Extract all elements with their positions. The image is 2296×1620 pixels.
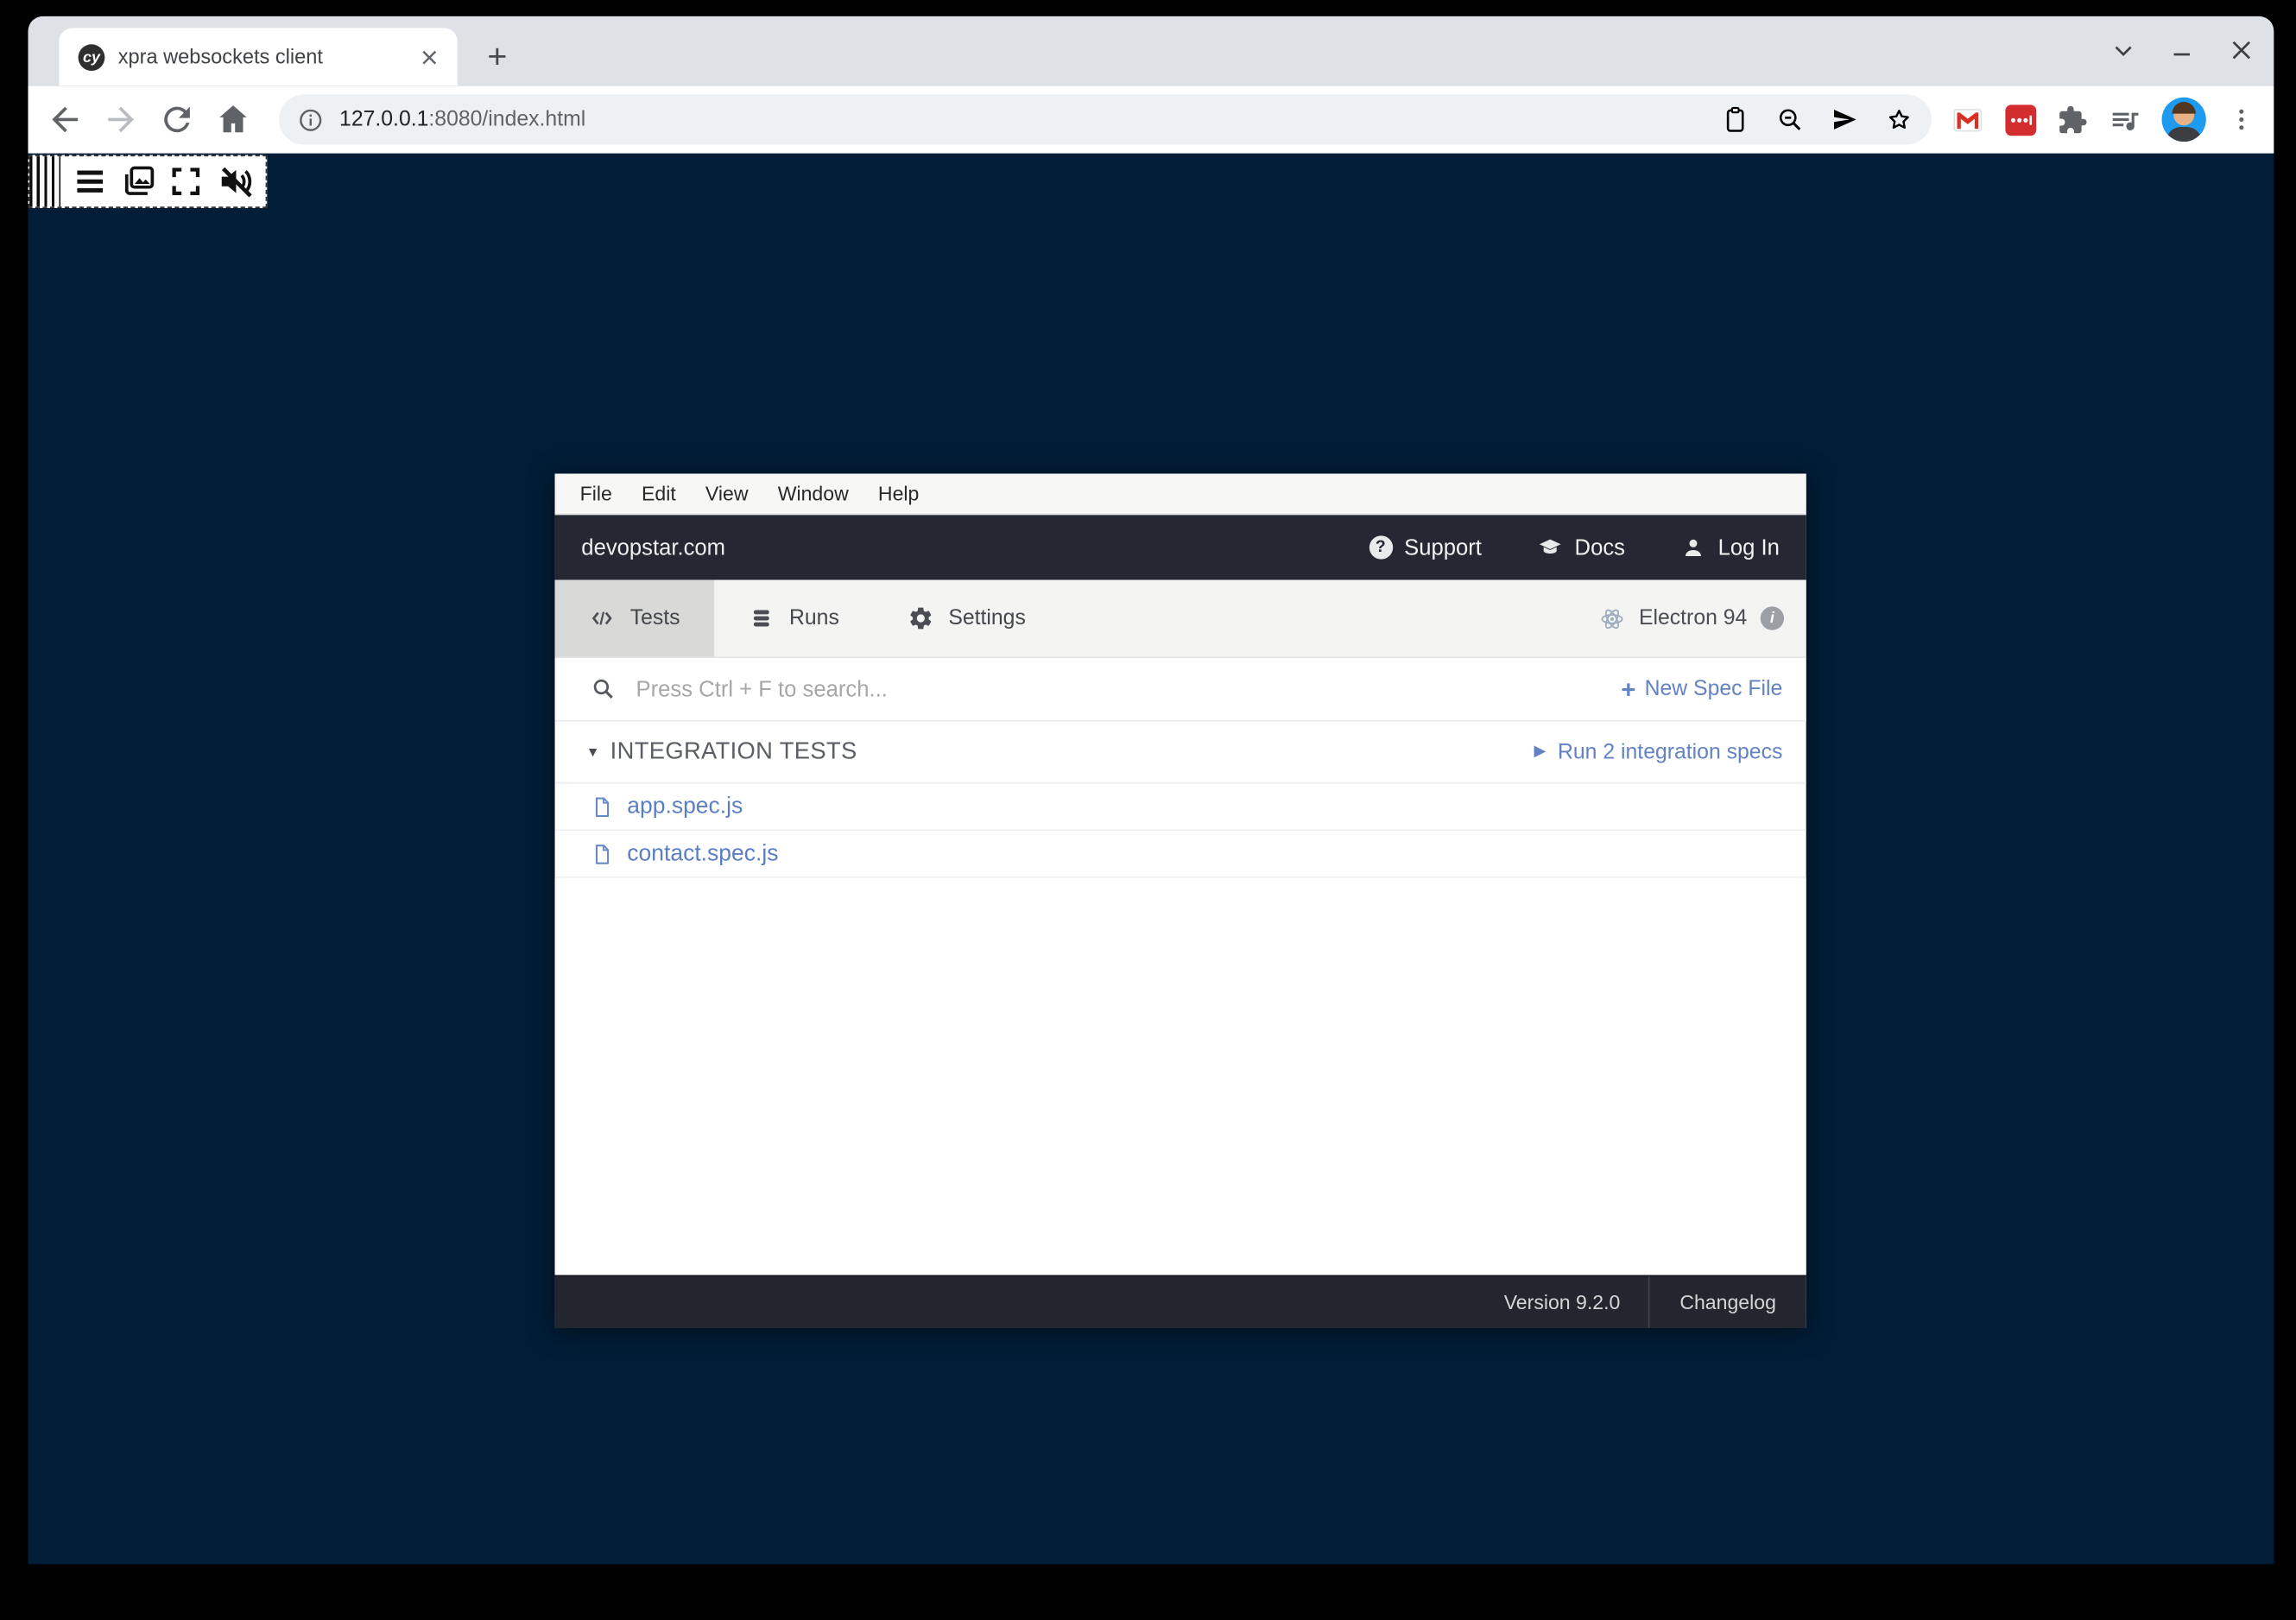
cypress-favicon-icon: cy (79, 43, 105, 70)
section-title[interactable]: INTEGRATION TESTS (610, 738, 857, 765)
play-icon: ▶ (1534, 744, 1546, 760)
profile-avatar[interactable] (2162, 98, 2206, 142)
site-info-icon[interactable] (296, 105, 324, 133)
plus-icon: + (1621, 677, 1635, 702)
electron-atom-icon (1597, 604, 1625, 632)
search-icon (591, 676, 617, 703)
omnibox-actions (1721, 104, 1914, 134)
run-specs-label: Run 2 integration specs (1558, 740, 1782, 763)
login-link[interactable]: Log In (1681, 535, 1780, 560)
docs-link[interactable]: Docs (1538, 535, 1625, 560)
user-icon (1681, 535, 1706, 560)
login-label: Log In (1718, 535, 1780, 560)
send-to-device-icon[interactable] (1830, 104, 1859, 134)
search-input[interactable] (633, 675, 1621, 703)
new-spec-file-label: New Spec File (1645, 677, 1783, 700)
database-icon (748, 605, 775, 632)
changelog-link[interactable]: Changelog (1650, 1291, 1806, 1313)
gear-icon (907, 605, 933, 632)
new-tab-button[interactable]: + (477, 35, 518, 77)
docs-label: Docs (1575, 535, 1625, 560)
integration-tests-section: ▾ INTEGRATION TESTS ▶ Run 2 integration … (555, 722, 1806, 784)
app-nav-tabs: Tests Runs Settings (555, 580, 1806, 659)
support-link[interactable]: ? Support (1369, 535, 1482, 560)
file-icon (591, 842, 614, 865)
spec-row[interactable]: contact.spec.js (555, 831, 1806, 878)
back-icon[interactable] (46, 100, 84, 138)
window-close-icon[interactable] (2227, 35, 2256, 65)
address-bar[interactable]: 127.0.0.1:8080/index.html (279, 94, 1932, 144)
question-icon: ? (1369, 535, 1392, 559)
menu-window[interactable]: Window (778, 483, 849, 505)
browser-selector[interactable]: Electron 94 i (1597, 580, 1806, 657)
xpra-fullscreen-icon[interactable] (168, 162, 206, 200)
header-links: ? Support Docs (1369, 535, 1780, 560)
tab-tests[interactable]: Tests (555, 580, 714, 657)
browser-actions (1951, 98, 2256, 142)
tab-runs[interactable]: Runs (714, 580, 873, 657)
tab-settings-label: Settings (948, 606, 1026, 630)
xpra-toolbar[interactable] (28, 155, 267, 208)
browser-menu-icon[interactable] (2227, 104, 2256, 134)
spec-link[interactable]: app.spec.js (627, 794, 743, 820)
tab-settings[interactable]: Settings (873, 580, 1059, 657)
browser-version-label: Electron 94 (1639, 606, 1747, 630)
spec-row[interactable]: app.spec.js (555, 783, 1806, 831)
info-icon[interactable]: i (1761, 606, 1784, 630)
spec-list-empty-area (555, 878, 1806, 1275)
support-label: Support (1404, 535, 1482, 560)
version-label: Version 9.2.0 (1476, 1291, 1648, 1313)
app-header: devopstar.com ? Support Docs (555, 515, 1806, 579)
tab-title: xpra websockets client (118, 46, 403, 68)
url-path: :8080/index.html (428, 108, 585, 131)
tab-close-icon[interactable] (416, 43, 443, 70)
media-queue-icon[interactable] (2109, 104, 2141, 136)
lastpass-icon[interactable] (2005, 104, 2036, 135)
screen: cy xpra websockets client + (0, 0, 2296, 1620)
menu-edit[interactable]: Edit (642, 483, 676, 505)
browser-tab[interactable]: cy xpra websockets client (59, 28, 457, 85)
browser-window: cy xpra websockets client + (28, 16, 2274, 1565)
xpra-canvas: File Edit View Window Help devopstar.com… (28, 154, 2274, 1565)
graduation-cap-icon (1538, 535, 1563, 560)
avatar-hair (2173, 102, 2196, 114)
run-all-specs-button[interactable]: ▶ Run 2 integration specs (1534, 740, 1783, 763)
xpra-menu-icon[interactable] (71, 162, 109, 200)
window-minimize-icon[interactable] (2167, 35, 2197, 65)
xpra-screenshot-icon[interactable] (119, 162, 157, 200)
browser-toolbar: 127.0.0.1:8080/index.html (28, 85, 2274, 154)
avatar-body (2166, 127, 2202, 142)
forward-icon[interactable] (102, 100, 140, 138)
project-name: devopstar.com (581, 535, 725, 560)
cypress-app-window: File Edit View Window Help devopstar.com… (555, 474, 1806, 1328)
clipboard-icon[interactable] (1721, 104, 1750, 134)
spec-search-row: + New Spec File (555, 658, 1806, 721)
url-host: 127.0.0.1 (339, 108, 428, 131)
xpra-drag-grip[interactable] (29, 156, 60, 206)
tab-runs-label: Runs (789, 606, 839, 630)
xpra-mute-icon[interactable] (217, 162, 255, 200)
file-icon (591, 794, 614, 818)
url-text[interactable]: 127.0.0.1:8080/index.html (339, 108, 585, 131)
home-icon[interactable] (214, 100, 252, 138)
menu-file[interactable]: File (580, 483, 612, 505)
collapse-caret-icon[interactable]: ▾ (589, 743, 597, 762)
window-restore-icon[interactable] (2109, 35, 2138, 65)
bookmark-star-icon[interactable] (1884, 104, 1913, 134)
app-menu-bar: File Edit View Window Help (555, 474, 1806, 516)
code-icon (589, 605, 616, 632)
extensions-puzzle-icon[interactable] (2057, 104, 2088, 135)
app-footer: Version 9.2.0 Changelog (555, 1275, 1806, 1328)
gmail-icon[interactable] (1951, 103, 1984, 136)
spec-link[interactable]: contact.spec.js (627, 840, 778, 867)
reload-icon[interactable] (158, 100, 196, 138)
new-spec-file-button[interactable]: + New Spec File (1621, 677, 1782, 702)
menu-help[interactable]: Help (878, 483, 919, 505)
tab-strip: cy xpra websockets client + (28, 16, 2274, 85)
menu-view[interactable]: View (705, 483, 749, 505)
zoom-out-icon[interactable] (1775, 104, 1805, 134)
tab-tests-label: Tests (630, 606, 680, 630)
